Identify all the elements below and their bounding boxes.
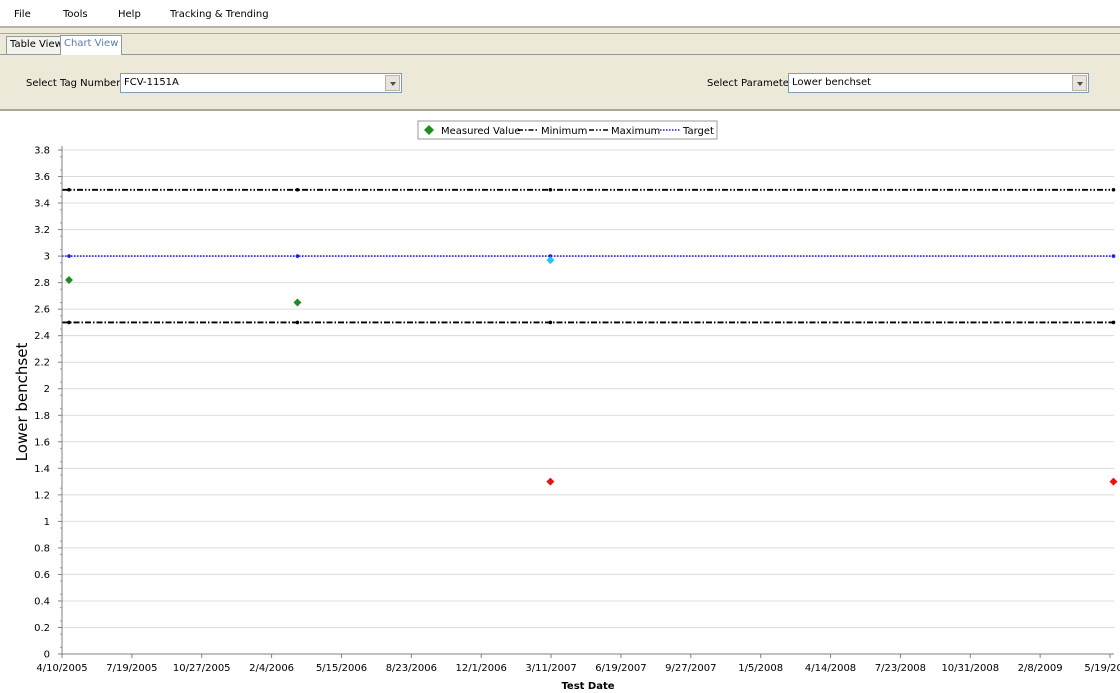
x-tick-label: 10/31/2008: [941, 663, 999, 674]
minimum-line-point: [1111, 320, 1116, 325]
chart-series: [62, 187, 1118, 486]
menu-bar: File Tools Help Tracking & Trending: [0, 0, 1120, 28]
legend-maximum-label: Maximum: [611, 126, 660, 137]
chart-axes: 0 0.2 0.4 0.6 0.8 1 1.2 1.4 1.6 1.8 2 2.2 2.4 2.6 2.8 3…: [34, 146, 1120, 675]
y-tick-label: 0: [44, 650, 50, 661]
tag-numbers-label: Select Tag Numbers: [26, 78, 126, 89]
x-tick-label: 6/19/2007: [595, 663, 646, 674]
maximum-line-point: [295, 187, 300, 192]
measured-value-point: [293, 298, 302, 307]
view-tabs: Table View Chart View: [0, 34, 1120, 55]
maximum-line-point: [67, 187, 71, 192]
minimum-line-point: [548, 320, 553, 325]
x-tick-label: 9/27/2007: [665, 663, 716, 674]
legend-target-label: Target: [682, 126, 714, 137]
chart-area: 0 0.2 0.4 0.6 0.8 1 1.2 1.4 1.6 1.8 2 2.2 2.4 2.6 2.8 3…: [13, 120, 1120, 692]
y-tick-label: 2.8: [34, 278, 50, 289]
x-tick-label: 5/15/2006: [316, 663, 367, 674]
target-line-point: [1111, 254, 1116, 258]
menu-help[interactable]: Help: [118, 9, 141, 21]
x-tick-label: 8/23/2006: [386, 663, 437, 674]
maximum-line-point: [548, 187, 553, 192]
measured-value-point: [546, 477, 555, 486]
x-tick-label: 12/1/2006: [456, 663, 507, 674]
y-tick-label: 1.6: [34, 437, 50, 448]
tab-chart-view[interactable]: Chart View: [60, 35, 123, 55]
tab-table-view[interactable]: Table View: [6, 36, 67, 54]
y-tick-label: 0.6: [34, 570, 50, 581]
y-tick-label: 1.2: [34, 490, 50, 501]
chevron-down-icon[interactable]: [1072, 75, 1087, 91]
menu-tracking-trending[interactable]: Tracking & Trending: [170, 9, 269, 21]
x-axis-title: Test Date: [561, 681, 614, 692]
y-tick-label: 2.6: [34, 305, 50, 316]
chevron-down-icon[interactable]: [385, 75, 400, 91]
y-tick-label: 0.8: [34, 543, 50, 554]
y-tick-label: 3: [44, 252, 50, 263]
y-tick-label: 3.8: [34, 146, 50, 157]
x-tick-label: 7/23/2008: [875, 663, 926, 674]
maximum-line-point: [1111, 187, 1116, 192]
y-tick-label: 1.4: [34, 464, 50, 475]
target-line-point: [67, 254, 71, 258]
menu-tools[interactable]: Tools: [63, 9, 88, 21]
chart-legend: Measured Value Minimum Maximum Target: [417, 120, 718, 140]
y-tick-label: 2.2: [34, 358, 50, 369]
parameter-panel: Select Tag Numbers FCV-1151A Select Para…: [0, 55, 1120, 111]
parameter-value: Lower benchset: [792, 77, 872, 88]
y-tick-label: 2.4: [34, 331, 50, 342]
y-tick-label: 3.4: [34, 199, 50, 210]
x-tick-label: 1/5/2008: [738, 663, 783, 674]
chart-gridlines: [62, 149, 1114, 655]
parameter-label: Select Parameter: [707, 78, 794, 89]
y-tick-label: 3.6: [34, 172, 50, 183]
y-tick-label: 1.8: [34, 411, 50, 422]
y-tick-label: 1: [44, 517, 50, 528]
measured-value-point: [546, 256, 555, 265]
x-tick-label: 2/8/2009: [1018, 663, 1063, 674]
x-tick-label: 5/19/2009: [1084, 663, 1120, 674]
x-tick-label: 4/10/2005: [36, 663, 87, 674]
tag-numbers-select[interactable]: FCV-1151A: [120, 73, 402, 93]
minimum-line-point: [67, 320, 71, 325]
x-tick-label: 4/14/2008: [805, 663, 856, 674]
legend-minimum-label: Minimum: [541, 126, 587, 137]
tag-numbers-value: FCV-1151A: [124, 77, 179, 88]
y-tick-label: 0.2: [34, 623, 50, 634]
y-tick-label: 3.2: [34, 225, 50, 236]
parameter-select[interactable]: Lower benchset: [788, 73, 1089, 93]
y-tick-label: 0.4: [34, 596, 50, 607]
x-tick-label: 3/11/2007: [525, 663, 576, 674]
x-tick-label: 2/4/2006: [249, 663, 294, 674]
x-tick-label: 7/19/2005: [106, 663, 157, 674]
menu-file[interactable]: File: [14, 9, 31, 21]
y-tick-label: 2: [44, 384, 50, 395]
minimum-line-point: [295, 320, 300, 325]
measured-value-point: [1109, 477, 1118, 486]
y-axis-title: Lower benchset: [13, 343, 31, 462]
target-line-point: [295, 254, 300, 258]
legend-measured-label: Measured Value: [441, 126, 521, 137]
x-tick-label: 10/27/2005: [173, 663, 231, 674]
